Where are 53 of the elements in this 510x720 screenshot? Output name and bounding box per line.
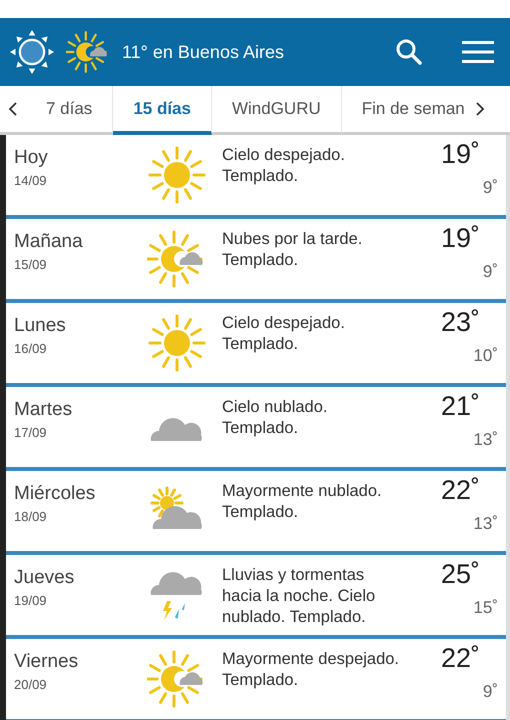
day-name: Miércoles [14, 483, 96, 505]
high-temperature: 21˚ [440, 391, 480, 422]
low-temperature: 10˚ [473, 346, 498, 366]
day-name: Lunes [14, 315, 67, 337]
high-temperature: 19˚ [440, 139, 480, 170]
day-name: Hoy [14, 147, 49, 169]
sun-icon [147, 313, 207, 373]
high-temperature: 23˚ [440, 307, 480, 338]
forecast-row[interactable]: Lunes 16/09 Cielo despejado. Templado. 23˚ 10˚ [6, 303, 506, 387]
day-name: Mañana [14, 231, 84, 253]
chevron-right-icon[interactable] [474, 101, 485, 117]
tab[interactable]: WindGURU [212, 86, 342, 135]
sun-icon [147, 145, 207, 205]
weather-description: Mayormente despejado. Templado. [222, 649, 400, 691]
sun-logo-icon [10, 30, 54, 74]
weather-description: Mayormente nublado. Templado. [222, 481, 383, 523]
weather-description: Nubes por la tarde. Templado. [222, 229, 364, 271]
high-temperature: 22˚ [440, 475, 480, 506]
date-text: 20/09 [14, 677, 48, 692]
forecast-row[interactable]: Hoy 14/09 Cielo despejado. Templado. 19˚ 9˚ [6, 135, 506, 219]
weather-description: Lluvias y tormentas hacia la noche. Cielo nublado. Templado. [222, 565, 376, 628]
tab[interactable]: 7 días [26, 86, 114, 135]
tab[interactable]: 15 días [113, 86, 212, 135]
forecast-row[interactable]: Jueves 19/09 Lluvias y tormentas hacia la noche. Cielo nublado. Templado. 25˚ 15˚ [6, 555, 506, 639]
date-text: 16/09 [14, 341, 48, 356]
sun-cloud-icon [66, 30, 110, 74]
weather-description: Cielo despejado. Templado. [222, 145, 346, 187]
day-name: Jueves [14, 567, 76, 589]
forecast-row[interactable]: Viernes 20/09 Mayormente despejado. Templado. 22˚ 9˚ [6, 639, 506, 720]
low-temperature: 15˚ [473, 598, 498, 618]
low-temperature: 9˚ [482, 682, 498, 702]
low-temperature: 9˚ [482, 178, 498, 198]
date-text: 19/09 [14, 593, 48, 608]
chevron-left-icon[interactable] [8, 101, 18, 117]
date-text: 18/09 [14, 509, 48, 524]
low-temperature: 9˚ [482, 262, 498, 282]
day-name: Martes [14, 399, 74, 421]
date-text: 15/09 [14, 257, 48, 272]
weather-description: Cielo despejado. Templado. [222, 313, 346, 355]
forecast-row[interactable]: Miércoles 18/09 Mayormente nublado. Templado. 22˚ 13˚ [6, 471, 506, 555]
forecast-row[interactable]: Martes 17/09 Cielo nublado. Templado. 21˚ 13˚ [6, 387, 506, 471]
low-temperature: 13˚ [473, 514, 498, 534]
current-weather-title: 11° en Buenos Aires [122, 42, 284, 62]
tab[interactable]: Fin de seman [342, 86, 467, 135]
high-temperature: 22˚ [440, 643, 480, 674]
day-name: Viernes [14, 651, 80, 673]
weather-description: Cielo nublado. Templado. [222, 397, 328, 439]
high-temperature: 19˚ [440, 223, 480, 254]
low-temperature: 13˚ [473, 430, 498, 450]
date-text: 17/09 [14, 425, 48, 440]
date-text: 14/09 [14, 173, 48, 188]
forecast-row[interactable]: Mañana 15/09 Nubes por la tarde. Templado. 19˚ 9˚ [6, 219, 506, 303]
high-temperature: 25˚ [440, 559, 480, 590]
